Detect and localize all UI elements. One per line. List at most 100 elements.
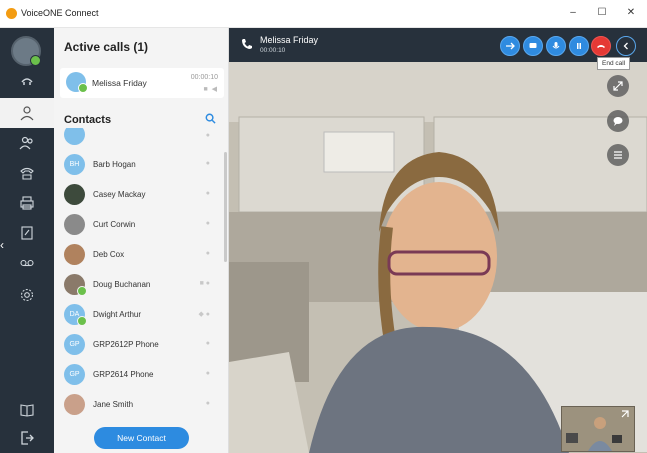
contact-action-icons: ●: [205, 190, 210, 197]
contact-name: Doug Buchanan: [93, 280, 151, 289]
active-call-card[interactable]: Melissa Friday 00:00:10 ■ ◀: [60, 68, 224, 98]
avatar: [64, 214, 85, 235]
list-item[interactable]: GP GRP2614 Phone ●: [54, 360, 226, 390]
contacts-icon: [20, 106, 34, 121]
new-contact-button[interactable]: New Contact: [94, 427, 189, 449]
nav-contacts[interactable]: [0, 98, 54, 128]
nav-book[interactable]: [0, 395, 54, 425]
nav-fax[interactable]: [0, 188, 54, 218]
caller-name: Melissa Friday: [260, 35, 319, 45]
hold-button[interactable]: [523, 36, 543, 56]
avatar: BH: [64, 154, 85, 175]
list-item[interactable]: Doug Buchanan ■ ●: [54, 270, 226, 300]
avatar: [64, 244, 85, 265]
menu-icon: [614, 151, 622, 159]
contact-name: Curt Corwin: [93, 220, 136, 229]
phone-icon: [20, 167, 34, 180]
collapse-sidebar-icon[interactable]: ‹: [0, 233, 12, 257]
expand-icon: [613, 81, 623, 91]
list-item[interactable]: DA Dwight Arthur ◆ ●: [54, 300, 226, 330]
avatar: [64, 128, 85, 145]
nav-settings[interactable]: [0, 280, 54, 310]
chat-icon: [529, 43, 537, 48]
microphone-icon: [552, 42, 560, 49]
contact-action-icons: ●: [205, 220, 210, 227]
contact-name: GRP2614 Phone: [93, 370, 154, 379]
list-item[interactable]: BH Barb Hogan ●: [54, 150, 226, 180]
minimize-button[interactable]: –: [565, 6, 581, 20]
groups-icon: [19, 136, 33, 150]
left-nav: ‹: [0, 28, 54, 453]
contact-action-icons: ●: [205, 132, 210, 139]
list-item[interactable]: Deb Cox ●: [54, 240, 226, 270]
self-view-feed: [562, 407, 634, 451]
logout-icon: [21, 431, 34, 445]
status-dot: [77, 316, 87, 326]
avatar: [64, 274, 87, 296]
contact-action-icons: ●: [205, 370, 210, 377]
notes-icon: [21, 226, 33, 240]
maximize-button[interactable]: ☐: [594, 6, 610, 20]
contact-action-icons: ●: [205, 400, 210, 407]
video-feed: [229, 62, 647, 453]
nav-logout[interactable]: [0, 423, 54, 453]
contact-action-icons: ●: [205, 250, 210, 257]
call-header: Melissa Friday 00:00:10: [229, 28, 647, 62]
list-item-partial[interactable]: ●: [54, 128, 226, 150]
call-status-icons: ■ ◀: [203, 86, 218, 93]
list-item[interactable]: Curt Corwin ●: [54, 210, 226, 240]
chat-bubble-icon: [613, 117, 623, 126]
video-call-area: Melissa Friday 00:00:10 End call: [229, 28, 647, 453]
user-avatar[interactable]: [11, 36, 41, 66]
contact-list: ● BH Barb Hogan ● Casey Mackay ● Curt Co…: [54, 128, 226, 418]
status-dot: [77, 286, 87, 296]
call-duration: 00:00:10: [190, 74, 218, 81]
avatar: [64, 394, 85, 415]
chat-button[interactable]: [607, 110, 629, 132]
app-title: VoiceONE Connect: [21, 8, 99, 18]
status-dot: [78, 83, 88, 93]
hang-up-icon: [597, 45, 605, 48]
search-icon[interactable]: [205, 113, 216, 124]
nav-phone[interactable]: [0, 158, 54, 188]
close-button[interactable]: ✕: [623, 6, 639, 20]
contact-action-icons: ●: [205, 160, 210, 167]
contacts-panel: Active calls (1) Melissa Friday 00:00:10…: [54, 28, 229, 453]
book-icon: [20, 404, 34, 417]
status-dot: [30, 55, 41, 66]
contact-name: Jane Smith: [93, 400, 134, 409]
menu-button[interactable]: [607, 144, 629, 166]
self-view-video[interactable]: [561, 406, 635, 452]
transfer-button[interactable]: [500, 36, 520, 56]
contact-name: GRP2612P Phone: [93, 340, 159, 349]
settings-icon: [20, 288, 34, 302]
title-bar: VoiceONE Connect – ☐ ✕: [0, 0, 647, 28]
fullscreen-button[interactable]: [607, 75, 629, 97]
keypad-button[interactable]: [569, 36, 589, 56]
avatar: [66, 72, 88, 93]
mute-button[interactable]: [546, 36, 566, 56]
contact-action-icons: ●: [205, 340, 210, 347]
contact-action-icons: ◆ ●: [198, 311, 210, 318]
list-item[interactable]: Jane Smith ●: [54, 390, 226, 418]
contact-name: Deb Cox: [93, 250, 125, 259]
avatar: GP: [64, 334, 85, 355]
transfer-icon: [506, 42, 515, 50]
nav-calls[interactable]: [0, 66, 54, 96]
calls-icon: [21, 78, 33, 85]
call-name: Melissa Friday: [92, 78, 147, 88]
nav-groups[interactable]: [0, 128, 54, 158]
list-item[interactable]: GP GRP2612P Phone ●: [54, 330, 226, 360]
end-call-button[interactable]: [591, 36, 611, 56]
collapse-panel-button[interactable]: [616, 36, 636, 56]
contacts-title: Contacts: [64, 114, 112, 126]
contact-name: Barb Hogan: [93, 160, 136, 169]
avatar: GP: [64, 364, 85, 385]
pause-icon: [577, 43, 581, 49]
contacts-scrollbar[interactable]: [224, 152, 227, 262]
list-item[interactable]: Casey Mackay ●: [54, 180, 226, 210]
contact-action-icons: ■ ●: [199, 280, 210, 287]
contact-name: Casey Mackay: [93, 190, 146, 199]
fax-icon: [20, 196, 34, 210]
contact-name: Dwight Arthur: [93, 310, 142, 319]
